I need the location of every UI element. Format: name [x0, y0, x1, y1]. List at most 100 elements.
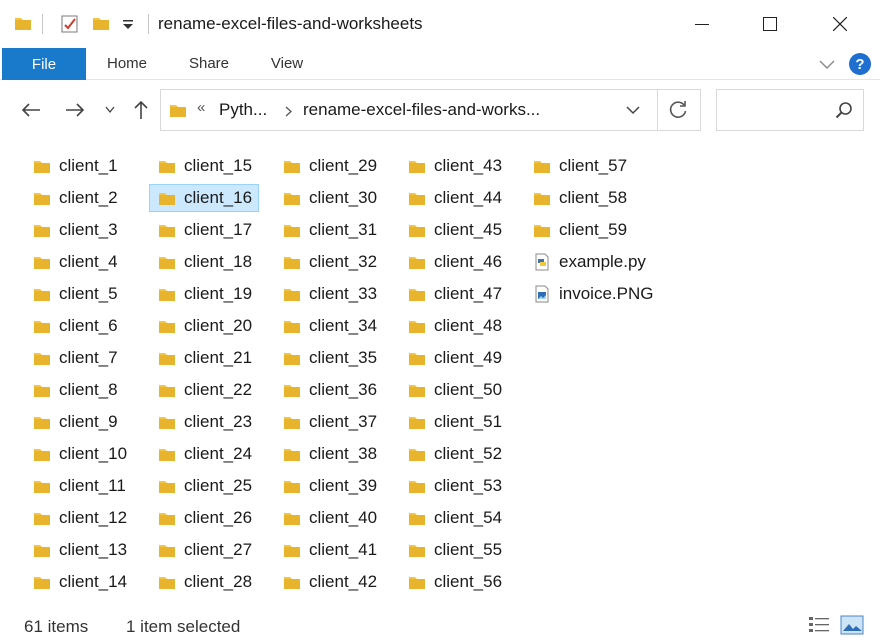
- folder-item[interactable]: client_23: [149, 408, 259, 436]
- folder-item[interactable]: client_22: [149, 376, 259, 404]
- folder-item[interactable]: client_4: [24, 248, 134, 276]
- folder-item[interactable]: client_34: [274, 312, 384, 340]
- folder-item[interactable]: client_37: [274, 408, 384, 436]
- recent-locations-button[interactable]: [96, 95, 124, 125]
- details-view-icon[interactable]: [807, 613, 831, 637]
- folder-item[interactable]: client_1: [24, 152, 134, 180]
- python-file-item[interactable]: example.py: [524, 248, 646, 276]
- folder-item[interactable]: client_29: [274, 152, 384, 180]
- tab-home[interactable]: Home: [94, 48, 160, 79]
- folder-item[interactable]: client_48: [399, 312, 509, 340]
- folder-item[interactable]: client_21: [149, 344, 259, 372]
- folder-item[interactable]: client_53: [399, 472, 509, 500]
- folder-icon: [409, 257, 425, 269]
- large-icons-view-icon[interactable]: [840, 613, 864, 637]
- folder-item[interactable]: client_9: [24, 408, 134, 436]
- folder-item[interactable]: client_57: [524, 152, 634, 180]
- folder-item[interactable]: client_16: [149, 184, 259, 212]
- customize-toolbar-icon[interactable]: [122, 20, 134, 30]
- folder-item[interactable]: client_43: [399, 152, 509, 180]
- folder-item[interactable]: client_18: [149, 248, 259, 276]
- back-button[interactable]: [16, 95, 46, 125]
- folder-item[interactable]: client_3: [24, 216, 134, 244]
- folder-item[interactable]: client_28: [149, 568, 259, 596]
- tab-view[interactable]: View: [258, 48, 316, 79]
- folder-icon[interactable]: [14, 14, 32, 32]
- folder-item[interactable]: client_20: [149, 312, 259, 340]
- folder-item[interactable]: client_54: [399, 504, 509, 532]
- folder-item[interactable]: client_14: [24, 568, 134, 596]
- folder-item[interactable]: client_35: [274, 344, 384, 372]
- properties-icon[interactable]: [60, 14, 80, 34]
- folder-item[interactable]: client_31: [274, 216, 384, 244]
- folder-item[interactable]: client_27: [149, 536, 259, 564]
- folder-item[interactable]: client_38: [274, 440, 384, 468]
- folder-item[interactable]: client_24: [149, 440, 259, 468]
- forward-button[interactable]: [60, 95, 90, 125]
- folder-item[interactable]: client_47: [399, 280, 509, 308]
- breadcrumb-item[interactable]: Pyth...: [219, 100, 267, 120]
- folder-icon: [34, 577, 50, 589]
- folder-item[interactable]: client_6: [24, 312, 134, 340]
- folder-item[interactable]: client_49: [399, 344, 509, 372]
- breadcrumb-item[interactable]: rename-excel-files-and-works...: [303, 100, 540, 120]
- item-label: client_52: [434, 444, 503, 463]
- folder-item[interactable]: client_15: [149, 152, 259, 180]
- tab-file[interactable]: File: [2, 48, 86, 80]
- item-label: client_16: [184, 188, 253, 207]
- folder-item[interactable]: client_51: [399, 408, 509, 436]
- folder-item[interactable]: client_50: [399, 376, 509, 404]
- folder-item[interactable]: client_39: [274, 472, 384, 500]
- folder-icon: [159, 161, 175, 173]
- new-folder-icon[interactable]: [92, 14, 110, 32]
- status-bar: 61 items 1 item selected: [0, 608, 880, 643]
- folder-item[interactable]: client_10: [24, 440, 134, 468]
- close-button[interactable]: [806, 0, 874, 48]
- folder-item[interactable]: client_58: [524, 184, 634, 212]
- folder-item[interactable]: client_12: [24, 504, 134, 532]
- folder-item[interactable]: client_45: [399, 216, 509, 244]
- search-icon: [835, 102, 852, 119]
- tab-share[interactable]: Share: [178, 48, 240, 79]
- folder-item[interactable]: client_55: [399, 536, 509, 564]
- folder-item[interactable]: client_5: [24, 280, 134, 308]
- breadcrumb-overflow[interactable]: «: [197, 99, 205, 116]
- folder-item[interactable]: client_44: [399, 184, 509, 212]
- folder-item[interactable]: client_7: [24, 344, 134, 372]
- folder-item[interactable]: client_11: [24, 472, 134, 500]
- file-list[interactable]: client_1 client_2 client_3 client_4 client_5…: [0, 140, 880, 608]
- folder-item[interactable]: client_42: [274, 568, 384, 596]
- item-label: client_53: [434, 476, 503, 495]
- folder-item[interactable]: client_13: [24, 536, 134, 564]
- folder-item[interactable]: client_2: [24, 184, 134, 212]
- folder-item[interactable]: client_52: [399, 440, 509, 468]
- folder-icon: [159, 321, 175, 333]
- chevron-down-icon[interactable]: [623, 102, 643, 118]
- maximize-button[interactable]: [736, 0, 804, 48]
- folder-item[interactable]: client_40: [274, 504, 384, 532]
- folder-item[interactable]: client_26: [149, 504, 259, 532]
- folder-item[interactable]: client_8: [24, 376, 134, 404]
- folder-item[interactable]: client_25: [149, 472, 259, 500]
- folder-item[interactable]: client_30: [274, 184, 384, 212]
- chevron-right-icon[interactable]: [285, 106, 293, 117]
- folder-item[interactable]: client_36: [274, 376, 384, 404]
- folder-item[interactable]: client_59: [524, 216, 634, 244]
- refresh-icon[interactable]: [667, 99, 689, 121]
- item-label: client_11: [59, 476, 126, 495]
- folder-item[interactable]: client_56: [399, 568, 509, 596]
- image-file-item[interactable]: invoice.PNG: [524, 280, 653, 308]
- folder-item[interactable]: client_33: [274, 280, 384, 308]
- help-button[interactable]: ?: [849, 53, 871, 75]
- address-bar[interactable]: « Pyth... rename-excel-files-and-works..…: [160, 89, 701, 131]
- expand-ribbon-icon[interactable]: [816, 54, 838, 74]
- search-input[interactable]: [716, 89, 864, 131]
- folder-item[interactable]: client_19: [149, 280, 259, 308]
- minimize-button[interactable]: [668, 0, 736, 48]
- up-button[interactable]: [126, 95, 156, 125]
- folder-item[interactable]: client_17: [149, 216, 259, 244]
- folder-item[interactable]: client_41: [274, 536, 384, 564]
- folder-item[interactable]: client_46: [399, 248, 509, 276]
- folder-item[interactable]: client_32: [274, 248, 384, 276]
- folder-icon: [34, 161, 50, 173]
